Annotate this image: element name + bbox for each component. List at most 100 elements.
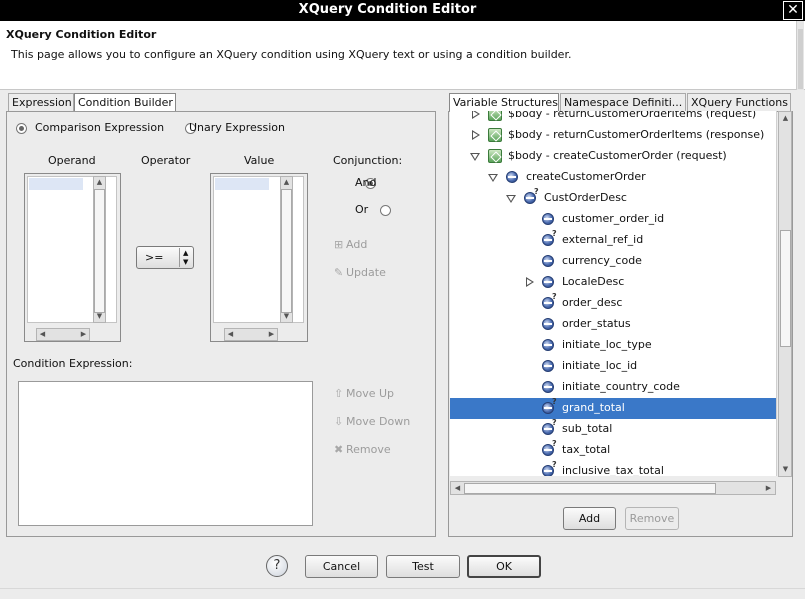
operand-list[interactable]: ▲ ▼ ◀ ▶ bbox=[24, 173, 121, 342]
tree-node[interactable]: tax_total bbox=[450, 439, 776, 461]
variable-icon bbox=[488, 111, 502, 121]
remove-icon: ✖ bbox=[334, 443, 344, 456]
expanded-arrow-icon[interactable] bbox=[470, 153, 480, 161]
tree-node-label: initiate_loc_type bbox=[562, 338, 652, 351]
conjunction-or-radio[interactable] bbox=[379, 205, 391, 216]
tree-node-label: customer_order_id bbox=[562, 212, 665, 225]
window-title: XQuery Condition Editor bbox=[298, 2, 477, 17]
value-horizontal-scrollbar[interactable]: ◀ ▶ bbox=[224, 328, 278, 341]
dialog-header: XQuery Condition Editor This page allows… bbox=[0, 21, 805, 90]
tree-node[interactable]: LocaleDesc bbox=[450, 272, 776, 293]
comparison-expression-radio[interactable] bbox=[16, 123, 27, 134]
value-label: Value bbox=[244, 154, 275, 167]
tree-node-label: $body - createCustomerOrder (request) bbox=[508, 149, 727, 162]
tab-expression[interactable]: Expression bbox=[8, 93, 74, 111]
tree-node-label: CustOrderDesc bbox=[544, 191, 627, 204]
tree-node[interactable]: $body - returnCustomerOrderItems (reques… bbox=[450, 111, 776, 125]
tree-vertical-scrollbar[interactable]: ▲ ▼ bbox=[778, 111, 792, 477]
add-condition-button[interactable]: ⊞ Add bbox=[334, 238, 367, 251]
remove-condition-button[interactable]: ✖ Remove bbox=[334, 443, 391, 456]
operand-vertical-scrollbar[interactable]: ▲ ▼ bbox=[93, 176, 106, 323]
tab-condition-builder[interactable]: Condition Builder bbox=[74, 93, 176, 111]
tree-node-label: $body - returnCustomerOrderItems (reques… bbox=[508, 111, 757, 120]
operator-select[interactable]: >= ▲ ▼ bbox=[136, 246, 194, 269]
title-bar: XQuery Condition Editor ✕ bbox=[0, 0, 805, 21]
arrow-up-icon: ⇧ bbox=[334, 387, 344, 400]
tree-node[interactable]: grand_total bbox=[450, 397, 776, 419]
element-icon bbox=[542, 381, 554, 393]
expanded-arrow-icon[interactable] bbox=[506, 195, 516, 203]
tree-node[interactable]: order_status bbox=[450, 314, 776, 335]
element-icon bbox=[542, 276, 554, 288]
tab-namespace-definitions[interactable]: Namespace Definiti... bbox=[560, 93, 686, 111]
tree-node[interactable]: order_desc bbox=[450, 292, 776, 314]
arrow-down-icon: ⇩ bbox=[334, 415, 344, 428]
element-icon bbox=[542, 318, 554, 330]
tree-node[interactable]: initiate_loc_type bbox=[450, 335, 776, 356]
update-condition-button[interactable]: ✎ Update bbox=[334, 266, 386, 279]
conjunction-and-label: And bbox=[355, 176, 377, 189]
conjunction-label: Conjunction: bbox=[333, 154, 403, 167]
tree-node[interactable]: $body - returnCustomerOrderItems (respon… bbox=[450, 125, 776, 146]
tree-node-label: external_ref_id bbox=[562, 233, 644, 246]
tree-node-label: grand_total bbox=[562, 401, 625, 414]
tree-node-label: inclusive_tax_total bbox=[562, 464, 664, 476]
tree-node-label: order_desc bbox=[562, 296, 623, 309]
tree-node[interactable]: external_ref_id bbox=[450, 229, 776, 251]
operator-value: >= bbox=[145, 251, 164, 264]
tree-node-label: order_status bbox=[562, 317, 631, 330]
close-icon[interactable]: ✕ bbox=[783, 1, 803, 20]
expanded-arrow-icon[interactable] bbox=[488, 174, 498, 182]
collapsed-arrow-icon[interactable] bbox=[472, 130, 480, 140]
move-down-button[interactable]: ⇩ Move Down bbox=[334, 415, 410, 428]
optional-element-icon bbox=[542, 418, 557, 435]
select-arrows-icon: ▲ ▼ bbox=[183, 249, 189, 266]
tree-node-label: sub_total bbox=[562, 422, 613, 435]
comparison-expression-label: Comparison Expression bbox=[35, 121, 165, 134]
condition-expression-list[interactable] bbox=[18, 381, 313, 526]
add-variable-button[interactable]: Add bbox=[563, 507, 616, 530]
variable-icon bbox=[488, 149, 502, 163]
tree-node[interactable]: currency_code bbox=[450, 251, 776, 272]
ok-button[interactable]: OK bbox=[467, 555, 541, 578]
tree-node-label: LocaleDesc bbox=[562, 275, 625, 288]
collapsed-arrow-icon[interactable] bbox=[472, 111, 480, 119]
unary-expression-label: Unary Expression bbox=[189, 121, 286, 134]
tree-node[interactable]: sub_total bbox=[450, 418, 776, 440]
tree-node[interactable]: initiate_loc_id bbox=[450, 356, 776, 377]
optional-element-icon bbox=[542, 229, 557, 246]
operand-label: Operand bbox=[48, 154, 96, 167]
value-vertical-scrollbar[interactable]: ▲ ▼ bbox=[280, 176, 293, 323]
add-icon: ⊞ bbox=[334, 238, 344, 251]
cancel-button[interactable]: Cancel bbox=[305, 555, 378, 578]
tree-node[interactable]: initiate_country_code bbox=[450, 377, 776, 398]
help-icon[interactable]: ? bbox=[266, 555, 288, 577]
test-button[interactable]: Test bbox=[386, 555, 460, 578]
operand-horizontal-scrollbar[interactable]: ◀ ▶ bbox=[36, 328, 90, 341]
element-icon bbox=[542, 213, 554, 225]
tree-node[interactable]: $body - createCustomerOrder (request) bbox=[450, 146, 776, 167]
tree-node[interactable]: customer_order_id bbox=[450, 209, 776, 230]
conjunction-or-label: Or bbox=[355, 203, 369, 216]
tree-horizontal-scrollbar[interactable]: ◀ ▶ bbox=[450, 481, 776, 495]
window-bottom-edge bbox=[0, 588, 805, 599]
page-title: XQuery Condition Editor bbox=[6, 28, 157, 41]
tree-node-label: tax_total bbox=[562, 443, 611, 456]
tab-variable-structures[interactable]: Variable Structures bbox=[449, 93, 559, 111]
remove-variable-button[interactable]: Remove bbox=[625, 507, 679, 530]
move-up-button[interactable]: ⇧ Move Up bbox=[334, 387, 394, 400]
value-list[interactable]: ▲ ▼ ◀ ▶ bbox=[210, 173, 308, 342]
element-icon bbox=[542, 360, 554, 372]
tree-node[interactable]: inclusive_tax_total bbox=[450, 460, 776, 476]
tree-node[interactable]: createCustomerOrder bbox=[450, 167, 776, 188]
tab-xquery-functions[interactable]: XQuery Functions bbox=[687, 93, 791, 111]
operator-label: Operator bbox=[141, 154, 191, 167]
header-scrollbar[interactable] bbox=[796, 21, 804, 90]
tree-node[interactable]: CustOrderDesc bbox=[450, 187, 776, 209]
collapsed-arrow-icon[interactable] bbox=[526, 277, 534, 287]
condition-expression-label: Condition Expression: bbox=[13, 357, 133, 370]
element-icon bbox=[542, 339, 554, 351]
optional-element-icon bbox=[524, 187, 539, 204]
variable-tree[interactable]: $body - returnCustomerOrderItems (reques… bbox=[450, 111, 777, 476]
tree-node-label: initiate_loc_id bbox=[562, 359, 638, 372]
